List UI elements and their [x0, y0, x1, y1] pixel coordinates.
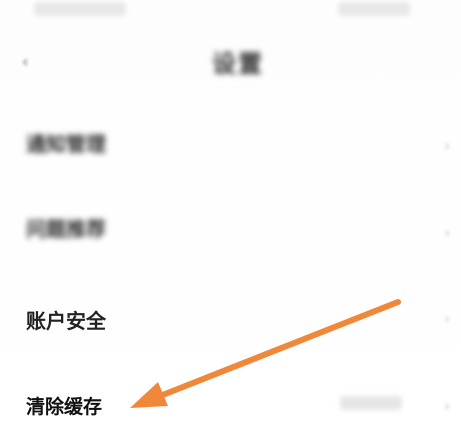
status-bar-right-icons — [338, 2, 410, 16]
chevron-right-icon: › — [444, 396, 451, 415]
cache-size-value — [340, 396, 402, 410]
status-bar-left-info — [34, 2, 126, 16]
settings-item-label: 账户安全 — [26, 309, 106, 333]
settings-item-notification-management[interactable]: 通知管理 › — [0, 110, 461, 170]
settings-screen: ‹ 设置 通知管理 › 问题推荐 › 账户安全 › 清除缓存 › — [0, 0, 461, 429]
settings-item-account-security[interactable]: 账户安全 › — [0, 285, 461, 345]
chevron-right-icon: › — [444, 136, 451, 155]
back-arrow-icon[interactable]: ‹ — [22, 54, 28, 70]
settings-item-label: 通知管理 — [26, 132, 106, 156]
settings-item-label: 问题推荐 — [26, 217, 106, 241]
chevron-right-icon: › — [444, 309, 451, 328]
chevron-right-icon: › — [444, 223, 451, 242]
settings-item-label: 清除缓存 — [26, 396, 103, 418]
clear-cache-item[interactable]: 清除缓存 › — [0, 370, 461, 429]
page-title: 设置 — [212, 50, 264, 78]
navigation-bar: ‹ 设置 — [0, 34, 461, 90]
status-bar — [0, 0, 461, 26]
settings-item-recommendations[interactable]: 问题推荐 › — [0, 195, 461, 255]
